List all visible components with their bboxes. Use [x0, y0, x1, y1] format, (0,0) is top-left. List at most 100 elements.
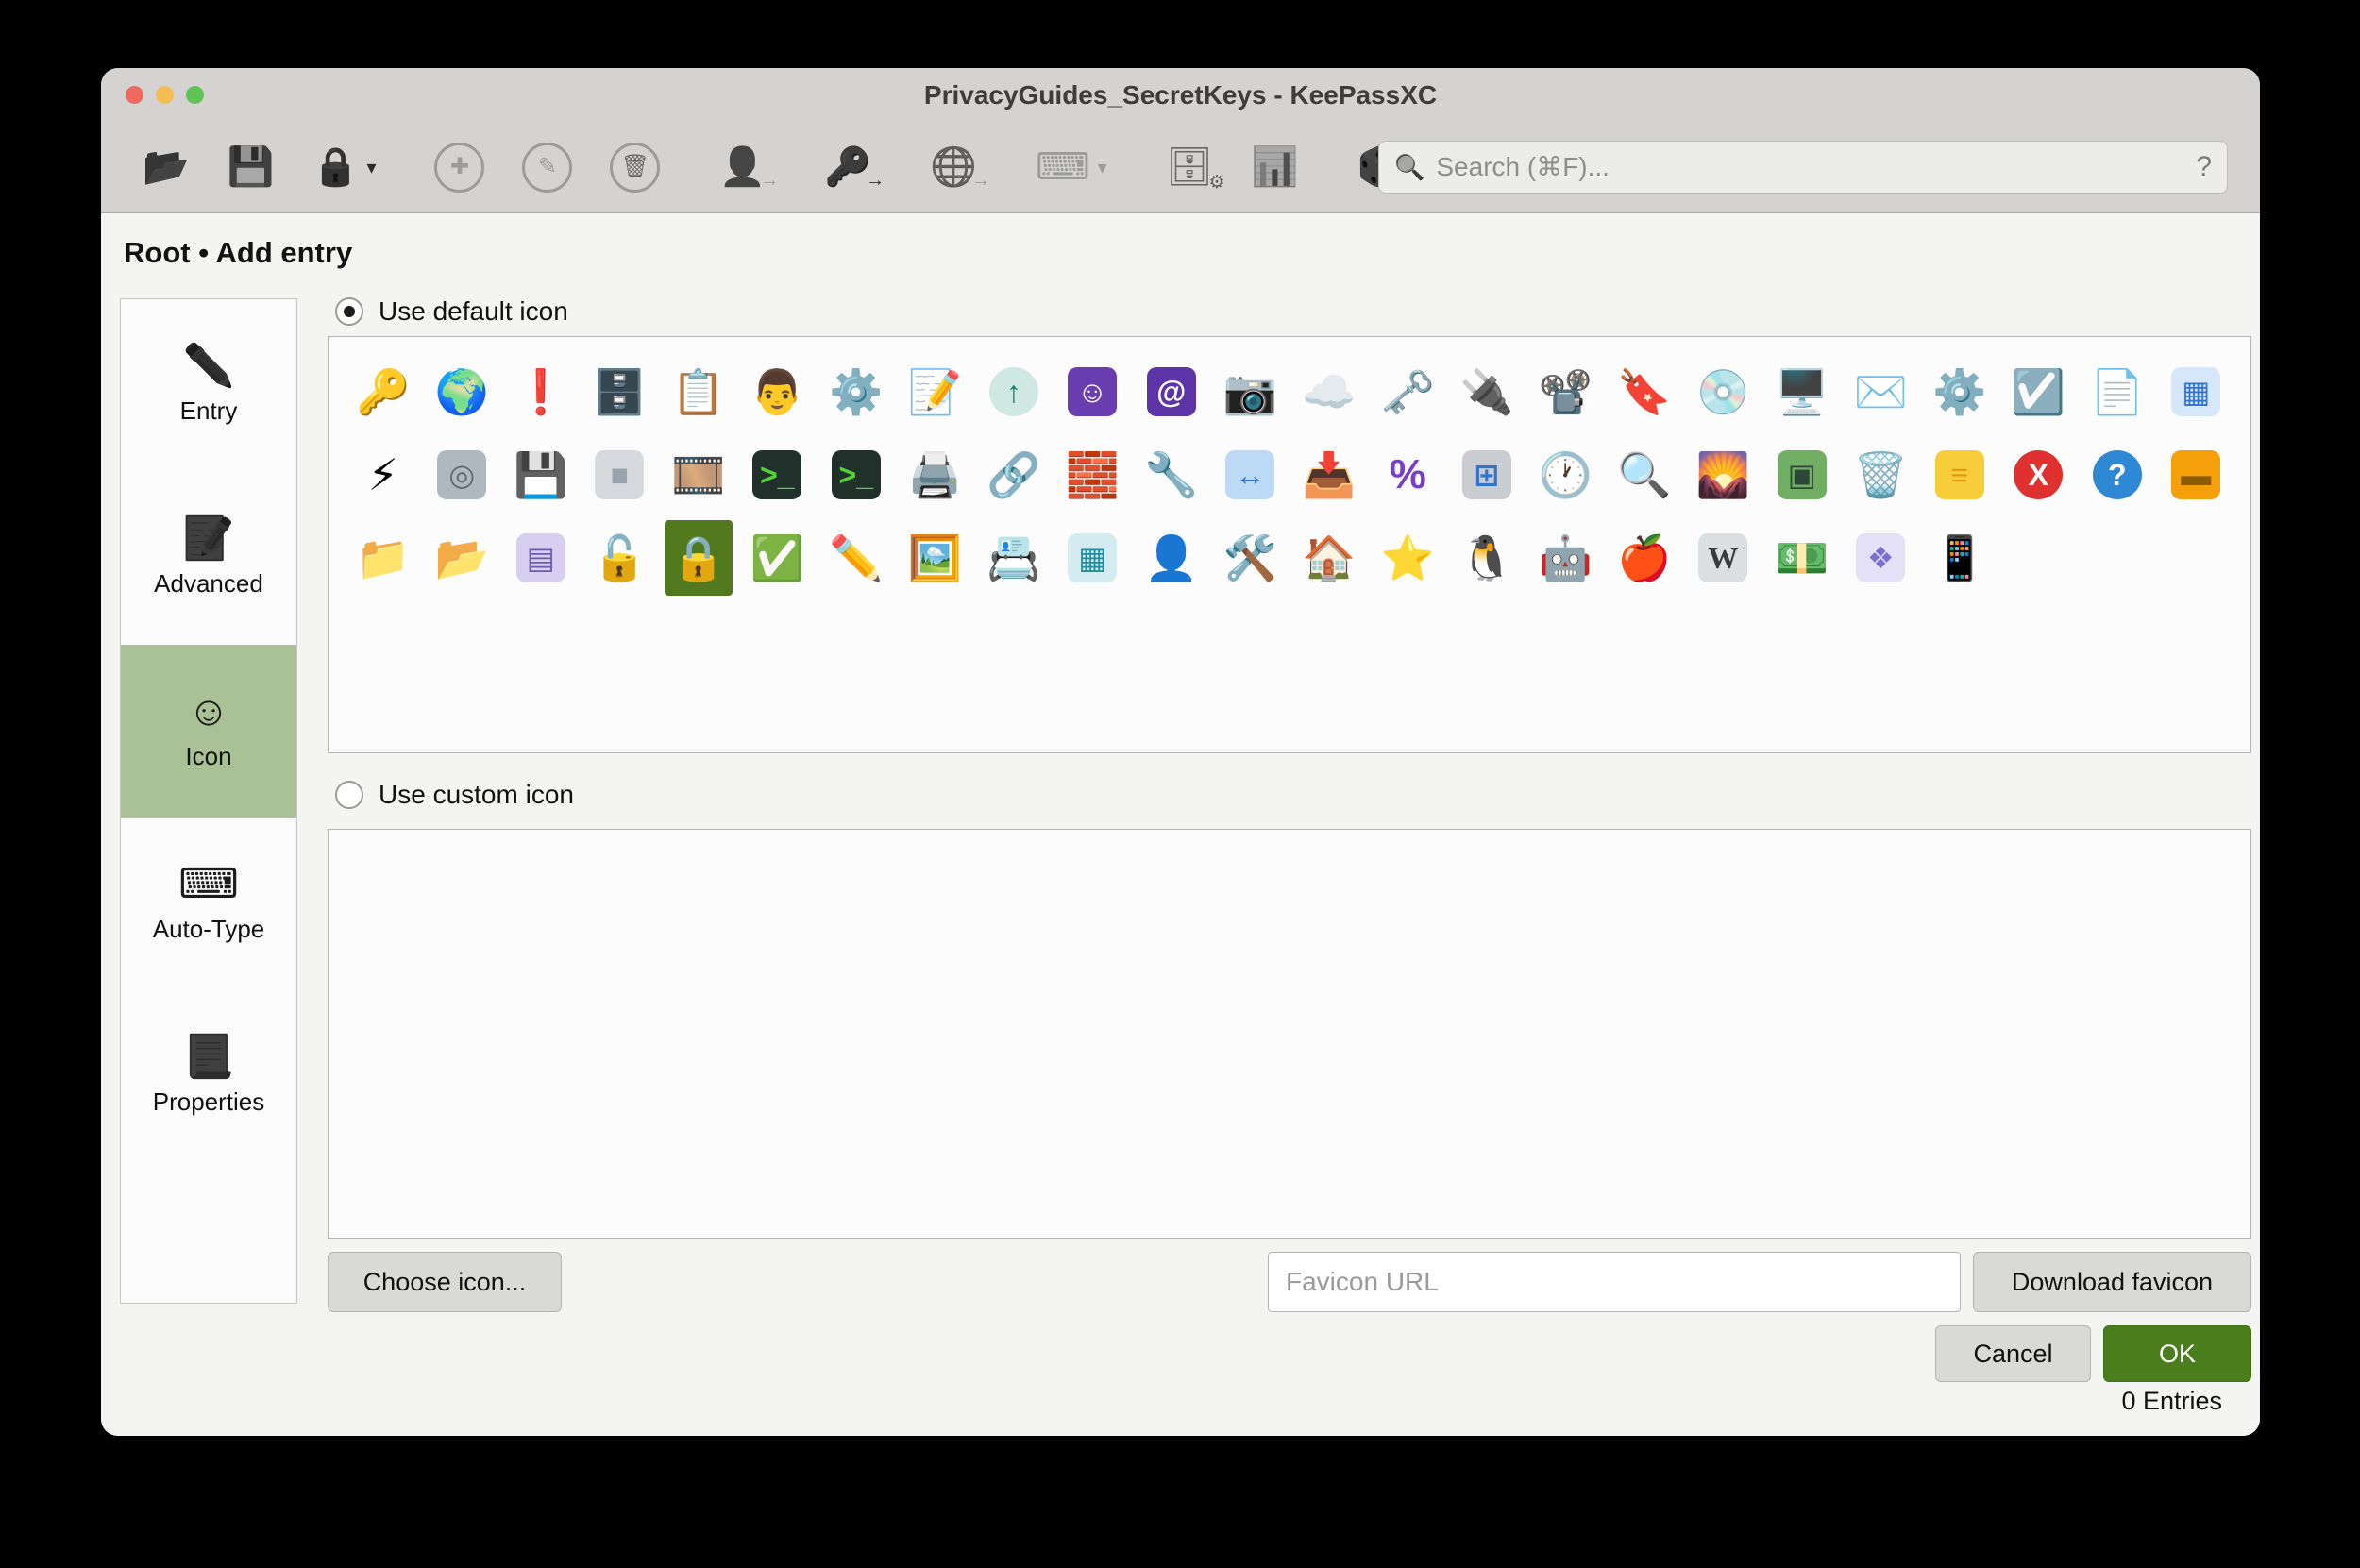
- default-icon-clock[interactable]: 🕐: [1531, 437, 1599, 513]
- default-icon-clipboard-check[interactable]: ☑️: [2004, 354, 2072, 430]
- default-icon-new-file[interactable]: 📄: [2083, 354, 2151, 430]
- default-icon-wrench[interactable]: 🔧: [1138, 437, 1205, 513]
- use-default-icon-radio[interactable]: [335, 297, 363, 326]
- default-icon-terminal-key[interactable]: >_: [743, 437, 811, 513]
- default-icon-checkmark[interactable]: ✅: [743, 520, 811, 596]
- use-custom-icon-radio-row[interactable]: Use custom icon: [335, 780, 574, 810]
- search-input[interactable]: [1434, 151, 2186, 183]
- cancel-button[interactable]: Cancel: [1935, 1325, 2091, 1382]
- use-custom-icon-radio[interactable]: [335, 781, 363, 809]
- default-icon-android[interactable]: 🤖: [1531, 520, 1599, 596]
- toolbar-edit-entry-button[interactable]: ✎: [522, 143, 572, 193]
- default-icon-memory-chip[interactable]: ▣: [1768, 437, 1836, 513]
- default-icon-password-key[interactable]: 🔑: [349, 354, 417, 430]
- search-box[interactable]: 🔍 ?: [1378, 141, 2228, 194]
- sidebar-item-advanced[interactable]: 📝Advanced: [121, 472, 296, 645]
- default-icon-wikipedia[interactable]: W: [1689, 520, 1757, 596]
- sidebar-item-properties[interactable]: 📃Properties: [121, 990, 296, 1163]
- default-icon-camera[interactable]: 📷: [1216, 354, 1284, 430]
- close-button[interactable]: [126, 86, 143, 104]
- default-icon-printer[interactable]: 🖨️: [901, 437, 969, 513]
- default-icon-reception-desk[interactable]: 👤: [1138, 520, 1205, 596]
- default-icon-identity-card[interactable]: ☺: [1058, 354, 1126, 430]
- default-icon-star[interactable]: ⭐: [1374, 520, 1441, 596]
- default-icon-folder[interactable]: 📁: [349, 520, 417, 596]
- default-icon-home[interactable]: 🏠: [1295, 520, 1363, 596]
- default-icon-terminal[interactable]: >_: [822, 437, 890, 513]
- default-icon-money[interactable]: 💵: [1768, 520, 1836, 596]
- toolbar-reports-button[interactable]: 📊: [1251, 148, 1298, 186]
- minimize-button[interactable]: [156, 86, 174, 104]
- default-icon-window-layout[interactable]: ▦: [2162, 354, 2230, 430]
- default-icon-contact-card[interactable]: 📇: [980, 520, 1048, 596]
- default-icon-firewall[interactable]: 🧱: [1058, 437, 1126, 513]
- sidebar-item-entry[interactable]: ✏️Entry: [121, 299, 296, 472]
- default-icon-apple[interactable]: 🍎: [1610, 520, 1678, 596]
- default-icon-user[interactable]: 👨: [743, 354, 811, 430]
- default-icon-lock-open[interactable]: 🔓: [585, 520, 653, 596]
- use-default-icon-radio-row[interactable]: Use default icon: [335, 296, 568, 327]
- default-icon-monitor[interactable]: 🖥️: [1768, 354, 1836, 430]
- toolbar-delete-entry-button[interactable]: 🗑: [610, 143, 660, 193]
- default-icon-sticky-note[interactable]: ≡: [1926, 437, 1994, 513]
- default-icon-upload-arrow[interactable]: ↑: [980, 354, 1048, 430]
- default-icon-windows[interactable]: ⊞: [1453, 437, 1521, 513]
- sidebar-item-icon[interactable]: ☺Icon: [121, 645, 296, 818]
- toolbar-copy-password-button[interactable]: 🔑→: [824, 148, 871, 186]
- default-icon-gear[interactable]: ⚙️: [1926, 354, 1994, 430]
- default-icon-network-diagram[interactable]: 🔗: [980, 437, 1048, 513]
- default-icon-screen-width[interactable]: ↔: [1216, 437, 1284, 513]
- default-icon-network-drive[interactable]: ■: [585, 437, 653, 513]
- default-icon-percent[interactable]: %: [1374, 437, 1441, 513]
- favicon-url-input[interactable]: [1268, 1252, 1961, 1312]
- default-icon-safe[interactable]: ◎: [428, 437, 496, 513]
- default-icon-lightning[interactable]: ⚡: [349, 437, 417, 513]
- default-icon-email[interactable]: ✉️: [1846, 354, 1914, 430]
- default-icon-lock[interactable]: 🔒: [665, 520, 733, 596]
- default-icon-picture-mountains[interactable]: 🌄: [1689, 437, 1757, 513]
- default-icon-folder-open[interactable]: 📂: [428, 520, 496, 596]
- default-icon-server-key[interactable]: ▤: [507, 520, 575, 596]
- default-icon-linux-tux[interactable]: 🐧: [1453, 520, 1521, 596]
- default-icon-network-server[interactable]: 🗄️: [585, 354, 653, 430]
- default-icon-trash[interactable]: 🗑️: [1846, 437, 1914, 513]
- default-icon-cancel-x[interactable]: X: [2004, 437, 2072, 513]
- default-icon-notepad[interactable]: 📝: [901, 354, 969, 430]
- default-icon-pencil[interactable]: ✏️: [822, 520, 890, 596]
- sidebar-item-auto-type[interactable]: ⌨Auto-Type: [121, 818, 296, 990]
- default-icon-tools[interactable]: 🛠️: [1216, 520, 1284, 596]
- default-icon-gears[interactable]: ⚙️: [822, 354, 890, 430]
- default-icon-spreadsheet[interactable]: ▦: [1058, 520, 1126, 596]
- default-icon-world[interactable]: 🌍: [428, 354, 496, 430]
- default-icon-email-book[interactable]: @: [1138, 354, 1205, 430]
- ok-button[interactable]: OK: [2103, 1325, 2251, 1382]
- default-icon-film-reel[interactable]: 🎞️: [665, 437, 733, 513]
- default-icon-clipboard[interactable]: 📋: [665, 354, 733, 430]
- default-icon-floppy[interactable]: 💾: [507, 437, 575, 513]
- default-icon-warning[interactable]: ❗: [507, 354, 575, 430]
- default-icon-archive-folder[interactable]: 📥: [1295, 437, 1363, 513]
- default-icon-mobile-phone[interactable]: 📱: [1926, 520, 1994, 596]
- default-icon-projector[interactable]: 📽️: [1531, 354, 1599, 430]
- toolbar-open-database-button[interactable]: 📂: [143, 148, 190, 186]
- toolbar-perform-autotype-button[interactable]: ⌨▾: [1036, 148, 1107, 186]
- toolbar-add-entry-button[interactable]: ✚: [434, 143, 484, 193]
- toolbar-copy-url-button[interactable]: 🌐→: [930, 148, 977, 186]
- toolbar-copy-username-button[interactable]: 👤→: [718, 148, 766, 186]
- toolbar-lock-database-button[interactable]: 🔒▾: [312, 148, 377, 186]
- toolbar-database-settings-button[interactable]: 🗄⚙: [1166, 148, 1214, 186]
- default-icon-image-file[interactable]: 🖼️: [901, 520, 969, 596]
- default-icon-package[interactable]: ▬: [2162, 437, 2230, 513]
- toolbar-save-database-button[interactable]: 💾: [228, 148, 275, 186]
- zoom-button[interactable]: [186, 86, 204, 104]
- default-icon-help-question[interactable]: ?: [2083, 437, 2151, 513]
- default-icon-bookmark[interactable]: 🔖: [1610, 354, 1678, 430]
- help-icon[interactable]: ?: [2196, 151, 2212, 183]
- default-icon-cloud[interactable]: ☁️: [1295, 354, 1363, 430]
- default-icon-search[interactable]: 🔍: [1610, 437, 1678, 513]
- default-icon-keychain[interactable]: 🗝️: [1374, 354, 1441, 430]
- default-icon-plug[interactable]: 🔌: [1453, 354, 1521, 430]
- choose-icon-button[interactable]: Choose icon...: [328, 1252, 562, 1312]
- download-favicon-button[interactable]: Download favicon: [1973, 1252, 2251, 1312]
- default-icon-certificate[interactable]: ❖: [1846, 520, 1914, 596]
